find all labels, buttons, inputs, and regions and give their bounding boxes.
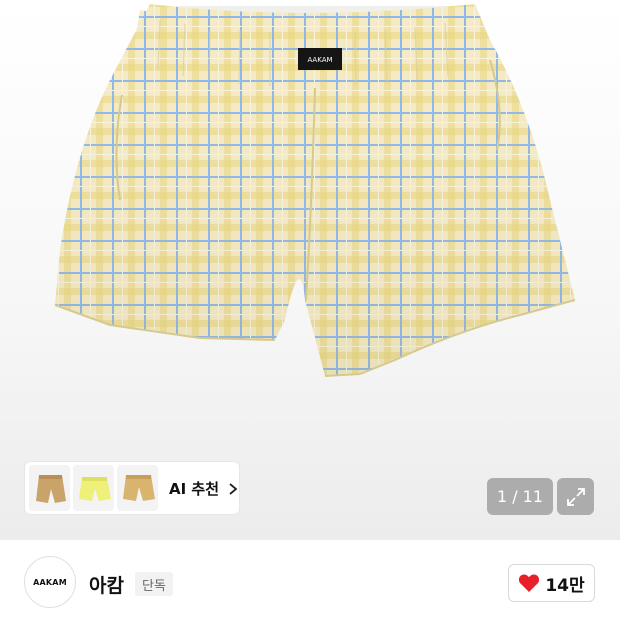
ai-thumb-beige-shorts[interactable] — [117, 465, 158, 511]
chevron-right-icon — [227, 481, 239, 495]
ai-recommend-label: AI 추천 — [169, 479, 220, 498]
ai-recommend-panel[interactable]: AI 추천 — [24, 461, 240, 515]
brand-logo-text: AAKAM — [33, 577, 67, 587]
brand-name[interactable]: 아캄 — [89, 571, 124, 598]
heart-icon — [519, 574, 540, 592]
product-image-area[interactable]: AAKAM AI 추천 1 / 11 — [0, 0, 620, 540]
expand-icon — [566, 487, 585, 506]
like-button[interactable]: 14만 — [508, 564, 595, 602]
exclusive-badge: 단독 — [135, 572, 173, 596]
like-count: 14만 — [545, 575, 585, 596]
brand-logo[interactable]: AAKAM — [24, 556, 76, 608]
product-image: AAKAM — [54, 4, 576, 377]
image-page-counter: 1 / 11 — [487, 478, 553, 515]
expand-image-button[interactable] — [557, 478, 594, 515]
ai-thumb-yellow-shorts[interactable] — [73, 465, 114, 511]
ai-thumb-tan-shorts[interactable] — [29, 465, 70, 511]
svg-text:AAKAM: AAKAM — [307, 56, 332, 64]
